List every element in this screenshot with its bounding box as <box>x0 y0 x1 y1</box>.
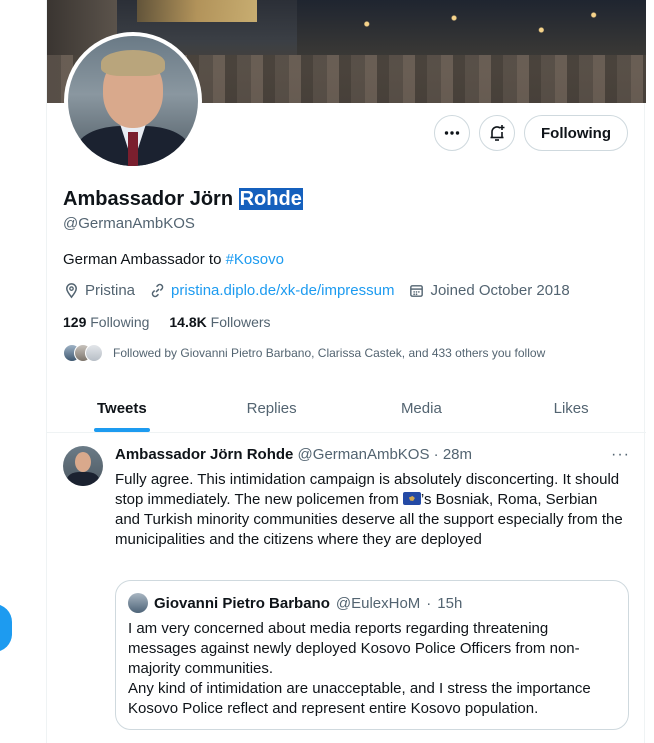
profile-meta: Pristina pristina.diplo.de/xk-de/impress… <box>63 282 570 299</box>
tab-media[interactable]: Media <box>347 385 497 432</box>
quoted-author-name: Giovanni Pietro Barbano <box>154 594 330 612</box>
followers-count-link[interactable]: 14.8K Followers <box>169 314 270 330</box>
tweet-separator: · <box>433 446 439 463</box>
notifications-button[interactable] <box>479 115 516 151</box>
quoted-tweet-text: I am very concerned about media reports … <box>128 619 620 719</box>
compose-tweet-button[interactable] <box>0 604 12 652</box>
tweet[interactable]: Ambassador Jörn Rohde @GermanAmbKOS · 28… <box>47 434 646 743</box>
more-horizontal-icon <box>444 131 460 135</box>
calendar-icon <box>410 285 424 297</box>
profile-name-highlighted: Rohde <box>238 188 303 210</box>
followed-by[interactable]: Followed by Giovanni Pietro Barbano, Cla… <box>63 344 545 362</box>
followed-by-avatars <box>63 344 103 362</box>
tab-likes[interactable]: Likes <box>496 385 646 432</box>
profile-bio: German Ambassador to #Kosovo <box>63 251 284 268</box>
profile-avatar[interactable] <box>64 32 202 170</box>
location-pin-icon <box>66 283 77 299</box>
following-button[interactable]: Following <box>524 115 628 151</box>
followers-label: Followers <box>210 314 271 330</box>
profile-counts: 129 Following 14.8K Followers <box>63 314 271 330</box>
location-label: Pristina <box>85 282 136 299</box>
profile-website[interactable]: pristina.diplo.de/xk-de/impressum <box>149 282 394 299</box>
quoted-author-handle: @EulexHoM <box>335 594 421 612</box>
followers-count: 14.8K <box>169 314 207 330</box>
profile-joined: Joined October 2018 <box>408 282 570 299</box>
profile-handle: @GermanAmbKOS <box>63 215 195 232</box>
tab-replies[interactable]: Replies <box>197 385 347 432</box>
tweet-author-handle[interactable]: @GermanAmbKOS <box>298 446 430 463</box>
tweet-text: Fully agree. This intimidation campaign … <box>115 470 625 550</box>
quoted-tweet-header: Giovanni Pietro Barbano @EulexHoM · 15h <box>128 593 462 613</box>
website-link[interactable]: pristina.diplo.de/xk-de/impressum <box>171 282 394 299</box>
quoted-time: 15h <box>437 594 463 612</box>
profile-actions: Following <box>434 115 628 151</box>
notification-bell-icon <box>490 125 505 141</box>
profile-name: Ambassador Jörn Rohde <box>63 188 303 211</box>
followed-by-text: Followed by Giovanni Pietro Barbano, Cla… <box>113 346 546 360</box>
follower-avatar <box>85 344 103 362</box>
quoted-text-line1: I am very concerned about media reports … <box>128 620 580 677</box>
bio-hashtag-link[interactable]: #Kosovo <box>226 251 284 268</box>
following-label: Following <box>90 314 150 330</box>
quoted-tweet[interactable]: Giovanni Pietro Barbano @EulexHoM · 15h … <box>115 580 629 730</box>
tweet-more-icon[interactable]: ··· <box>611 446 630 464</box>
profile-name-first: Ambassador Jörn <box>63 188 239 210</box>
quoted-separator: · <box>426 594 432 612</box>
avatar-photo <box>68 36 198 166</box>
profile-tabs: Tweets Replies Media Likes <box>47 385 646 433</box>
profile-column: Following Ambassador Jörn Rohde @GermanA… <box>46 0 646 743</box>
following-count-link[interactable]: 129 Following <box>63 314 149 330</box>
tab-tweets[interactable]: Tweets <box>47 385 197 432</box>
tweet-time[interactable]: 28m <box>443 446 472 463</box>
quoted-text-line2: Any kind of intimidation are unacceptabl… <box>128 680 591 717</box>
joined-label: Joined October 2018 <box>430 282 570 299</box>
left-rail <box>0 0 46 743</box>
link-icon <box>151 283 164 298</box>
kosovo-flag-icon <box>402 492 421 505</box>
banner-screen <box>137 0 257 22</box>
profile-location: Pristina <box>63 282 135 299</box>
tweet-author-avatar[interactable] <box>63 446 103 486</box>
more-button[interactable] <box>434 115 471 151</box>
tweet-header: Ambassador Jörn Rohde @GermanAmbKOS · 28… <box>115 446 472 463</box>
quoted-author-avatar <box>128 593 148 613</box>
banner-city-lights <box>297 0 646 60</box>
following-count: 129 <box>63 314 87 330</box>
bio-text: German Ambassador to <box>63 251 226 268</box>
tweet-author-name[interactable]: Ambassador Jörn Rohde <box>115 446 293 463</box>
